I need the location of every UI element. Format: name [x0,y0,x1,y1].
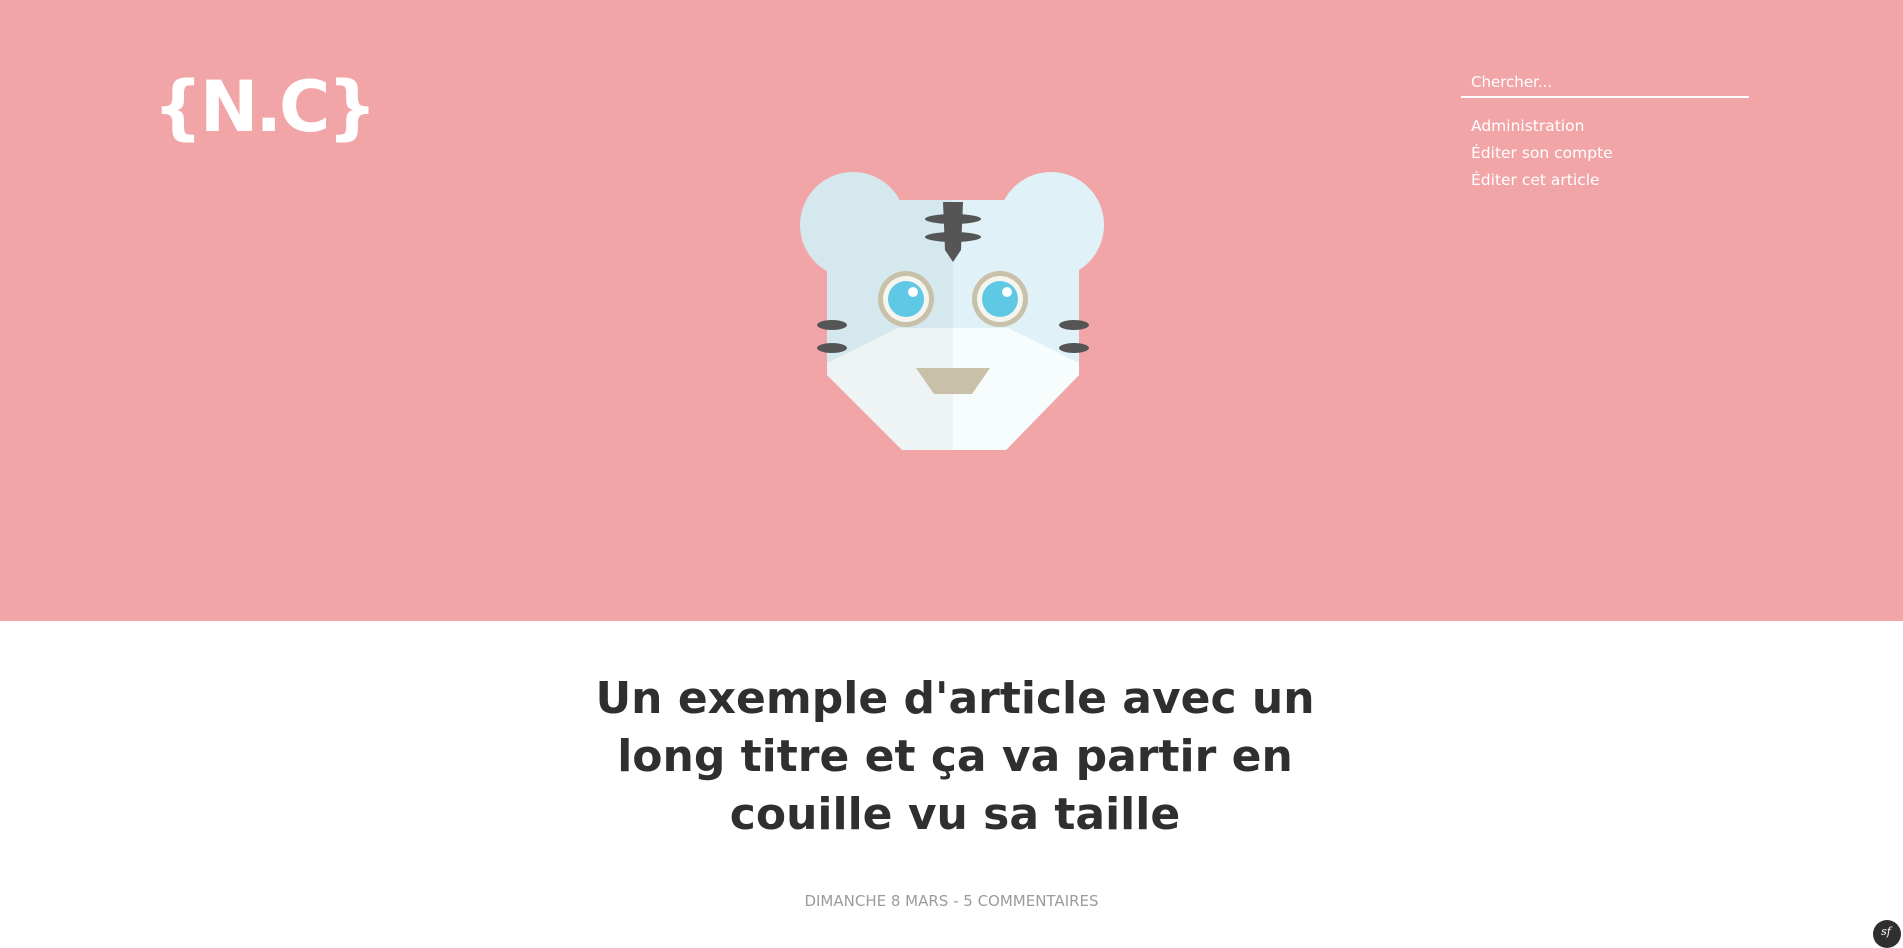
site-logo[interactable]: {N.C} [153,62,377,152]
nav-link-edit-account[interactable]: Éditer son compte [1471,140,1613,167]
symfony-icon[interactable]: sf [1873,920,1901,948]
user-menu-item: Éditer son compte [1471,140,1613,167]
tiger-head-icon [800,172,1104,450]
left-cheek-stripe [817,320,847,330]
user-menu-item: Éditer cet article [1471,167,1613,194]
nav-link-edit-article[interactable]: Éditer cet article [1471,167,1613,194]
article-meta: DIMANCHE 8 MARS - 5 COMMENTAIRES [804,892,1099,910]
forehead-stripe [925,232,981,242]
search-box [1461,68,1749,98]
forehead-stripe [925,214,981,224]
right-eye-iris [982,281,1018,317]
left-cheek-stripe [817,343,847,353]
left-eye-glint [908,287,918,297]
right-eye-glint [1002,287,1012,297]
header-hero: {N.C} Administration Éditer son compte É… [0,0,1903,621]
right-cheek-stripe [1059,343,1089,353]
search-input[interactable] [1461,68,1749,96]
right-cheek-stripe [1059,320,1089,330]
left-eye-iris [888,281,924,317]
nav-link-administration[interactable]: Administration [1471,113,1613,140]
article-title: Un exemple d'article avec un long titre … [595,673,1315,840]
user-menu-item: Administration [1471,113,1613,140]
user-menu: Administration Éditer son compte Éditer … [1471,113,1613,194]
